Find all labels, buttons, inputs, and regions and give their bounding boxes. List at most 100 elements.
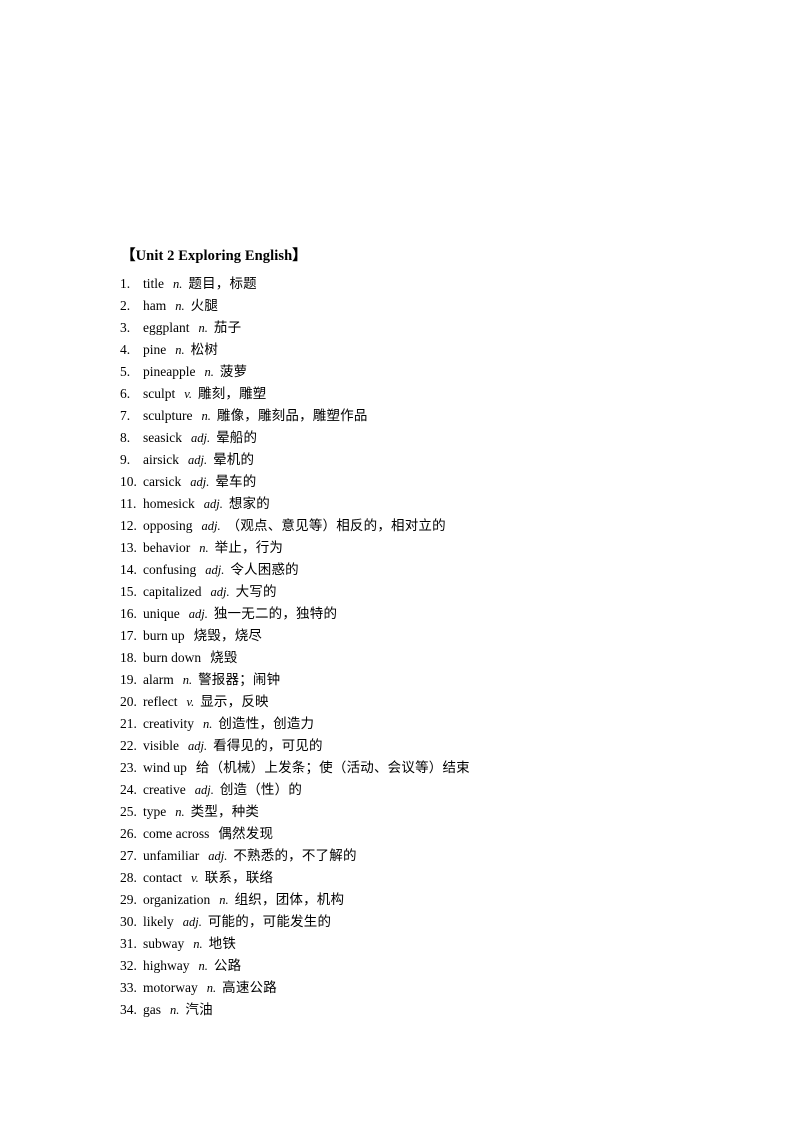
entry-word: behavior: [143, 540, 191, 555]
entry-translation: 高速公路: [222, 980, 277, 996]
entry-translation: 类型，种类: [190, 804, 260, 820]
entry-number: 27.: [120, 848, 137, 863]
entry-part-of-speech: adj.: [194, 783, 214, 797]
entry-translation: 偶然发现: [218, 826, 274, 842]
entry-number: 6.: [120, 386, 131, 401]
entry-word: wind up: [143, 760, 187, 775]
entry-part-of-speech: n.: [193, 937, 203, 951]
entry-translation: 火腿: [190, 298, 219, 314]
vocabulary-entry: 22. visible adj. 看得见的，可见的: [120, 735, 740, 757]
entry-number: 32.: [120, 958, 137, 973]
entry-part-of-speech: n.: [198, 959, 208, 973]
entry-number: 24.: [120, 782, 137, 797]
entry-part-of-speech: adj.: [210, 585, 230, 599]
entry-translation: 给（机械）上发条；使（活动、会议等）结束: [195, 760, 470, 776]
entry-number: 25.: [120, 804, 137, 819]
entry-part-of-speech: v.: [184, 387, 192, 401]
entry-translation: 茄子: [213, 320, 242, 336]
document-page: 【Unit 2 Exploring English】 1. title n. 题目，标…: [0, 0, 794, 1123]
vocabulary-entry: 5. pineapple n. 菠萝: [120, 361, 740, 383]
entry-word: title: [143, 276, 164, 291]
entry-word: opposing: [143, 518, 193, 533]
entry-word: creativity: [143, 716, 194, 731]
entry-translation: 菠萝: [219, 364, 248, 380]
entry-part-of-speech: n.: [175, 343, 185, 357]
entry-word: likely: [143, 914, 174, 929]
entry-word: come across: [143, 826, 210, 841]
entry-word: burn down: [143, 650, 202, 665]
entry-word: eggplant: [143, 320, 190, 335]
entry-translation: 烧毁: [210, 650, 238, 666]
entry-word: sculpt: [143, 386, 176, 401]
entry-translation: 组织，团体，机构: [234, 892, 345, 908]
entry-word: type: [143, 804, 167, 819]
entry-translation: 警报器；闹钟: [198, 672, 281, 688]
entry-number: 1.: [120, 276, 131, 291]
vocabulary-entry: 20. reflect v. 显示，反映: [120, 691, 740, 713]
entry-number: 9.: [120, 452, 131, 467]
entry-number: 10.: [120, 474, 137, 489]
entry-part-of-speech: adj.: [188, 607, 208, 621]
vocabulary-entry: 32. highway n. 公路: [120, 955, 740, 977]
vocabulary-entry: 28. contact v. 联系，联络: [120, 867, 740, 889]
entry-number: 18.: [120, 650, 137, 665]
entry-word: contact: [143, 870, 182, 885]
entry-word: confusing: [143, 562, 197, 577]
entry-translation: 联系，联络: [204, 870, 274, 886]
vocabulary-entry: 27. unfamiliar adj. 不熟悉的，不了解的: [120, 845, 740, 867]
entry-translation: 大写的: [235, 584, 277, 600]
vocabulary-entry: 8. seasick adj. 晕船的: [120, 427, 740, 449]
entry-word: pine: [143, 342, 167, 357]
entry-translation: 晕车的: [215, 474, 257, 490]
entry-translation: （观点、意见等）相反的，相对立的: [226, 518, 446, 534]
entry-translation: 汽油: [185, 1002, 213, 1018]
entry-translation: 创造性，创造力: [218, 716, 315, 732]
vocabulary-entry: 3. eggplant n. 茄子: [120, 317, 740, 339]
entry-translation: 雕刻，雕塑: [198, 386, 267, 402]
entry-part-of-speech: n.: [175, 299, 185, 313]
vocabulary-entry: 6. sculpt v. 雕刻，雕塑: [120, 383, 740, 405]
entry-number: 30.: [120, 914, 137, 929]
vocabulary-entry: 26. come across 偶然发现: [120, 823, 740, 845]
entry-translation: 松树: [190, 342, 219, 358]
entry-translation: 晕船的: [216, 430, 258, 446]
entry-translation: 想家的: [228, 496, 270, 512]
entry-number: 17.: [120, 628, 137, 643]
entry-part-of-speech: n.: [173, 277, 183, 291]
entry-translation: 晕机的: [213, 452, 255, 468]
entry-number: 16.: [120, 606, 137, 621]
entry-number: 29.: [120, 892, 137, 907]
vocabulary-entry: 33. motorway n. 高速公路: [120, 977, 740, 999]
entry-word: visible: [143, 738, 179, 753]
vocabulary-entry: 7. sculpture n. 雕像，雕刻品，雕塑作品: [120, 405, 740, 427]
entry-translation: 独一无二的，独特的: [213, 606, 338, 622]
vocabulary-entry: 13. behavior n. 举止，行为: [120, 537, 740, 559]
entry-part-of-speech: v.: [190, 871, 199, 885]
vocabulary-entry: 10. carsick adj. 晕车的: [120, 471, 740, 493]
vocabulary-entry: 24. creative adj. 创造（性）的: [120, 779, 740, 801]
entry-number: 4.: [120, 342, 131, 357]
entry-part-of-speech: adj.: [190, 475, 210, 489]
entry-word: burn up: [143, 628, 185, 643]
entry-part-of-speech: adj.: [188, 453, 208, 467]
vocabulary-entry: 23. wind up 给（机械）上发条；使（活动、会议等）结束: [120, 757, 740, 779]
entry-translation: 令人困惑的: [230, 562, 299, 578]
vocabulary-entry: 18. burn down 烧毁: [120, 647, 740, 669]
entry-part-of-speech: adj.: [201, 519, 221, 533]
vocabulary-entry: 1. title n. 题目，标题: [120, 273, 740, 295]
entry-word: gas: [143, 1002, 161, 1017]
entry-number: 28.: [120, 870, 137, 885]
unit-title: 【Unit 2 Exploring English】: [121, 248, 307, 264]
entry-part-of-speech: n.: [204, 365, 214, 379]
entry-translation: 雕像，雕刻品，雕塑作品: [216, 408, 368, 424]
entry-number: 13.: [120, 540, 137, 555]
vocabulary-entry: 2. ham n. 火腿: [120, 295, 740, 317]
entry-translation: 可能的，可能发生的: [207, 914, 332, 930]
entry-part-of-speech: adj.: [203, 497, 223, 511]
entry-number: 2.: [120, 298, 131, 313]
document-body: 【Unit 2 Exploring English】 1. title n. 题目，标…: [120, 246, 740, 1021]
entry-part-of-speech: n.: [202, 717, 213, 731]
entry-translation: 地铁: [208, 936, 237, 952]
vocabulary-entry: 16. unique adj. 独一无二的，独特的: [120, 603, 740, 625]
entry-number: 26.: [120, 826, 137, 841]
